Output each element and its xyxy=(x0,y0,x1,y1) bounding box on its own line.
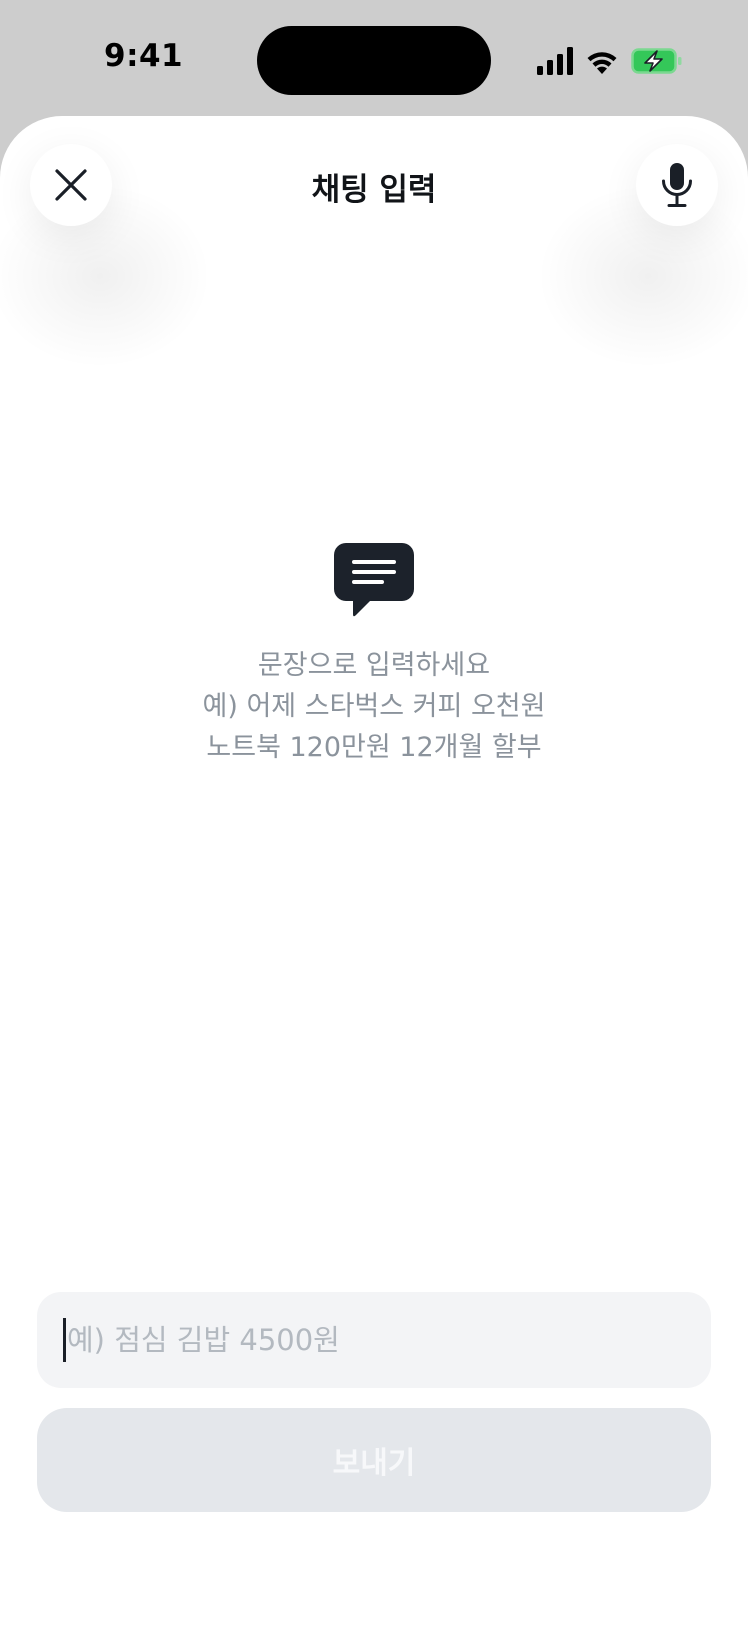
status-time: 9:41 xyxy=(104,38,184,74)
microphone-icon xyxy=(662,163,692,207)
hint-text: 문장으로 입력하세요 예) 어제 스타벅스 커피 오천원 노트북 120만원 1… xyxy=(0,645,748,768)
chat-bubble-icon xyxy=(334,543,414,617)
cellular-signal-icon xyxy=(537,47,573,75)
text-cursor xyxy=(63,1318,66,1362)
status-bar: 9:41 xyxy=(0,0,748,116)
battery-charging-icon xyxy=(631,48,682,74)
hint-line-2: 예) 어제 스타벅스 커피 오천원 xyxy=(202,691,546,722)
chat-text-input[interactable] xyxy=(67,1323,667,1357)
chat-input-sheet: 채팅 입력 문장으로 입력하세요 예) 어제 스타벅스 커피 오천원 노트북 1… xyxy=(0,116,748,1626)
dynamic-island xyxy=(257,26,491,95)
chat-input-field[interactable] xyxy=(37,1292,711,1388)
status-icons xyxy=(537,47,682,75)
empty-state: 문장으로 입력하세요 예) 어제 스타벅스 커피 오천원 노트북 120만원 1… xyxy=(0,543,748,768)
screen: 9:41 채팅 입력 문장으로 입력하세요 예) 어제 스타벅스 커피 오천원 … xyxy=(0,0,748,1626)
microphone-button[interactable] xyxy=(636,144,718,226)
send-button[interactable]: 보내기 xyxy=(37,1408,711,1512)
wifi-icon xyxy=(587,52,617,74)
hint-line-3: 노트북 120만원 12개월 할부 xyxy=(206,732,542,763)
hint-line-1: 문장으로 입력하세요 xyxy=(257,650,491,681)
